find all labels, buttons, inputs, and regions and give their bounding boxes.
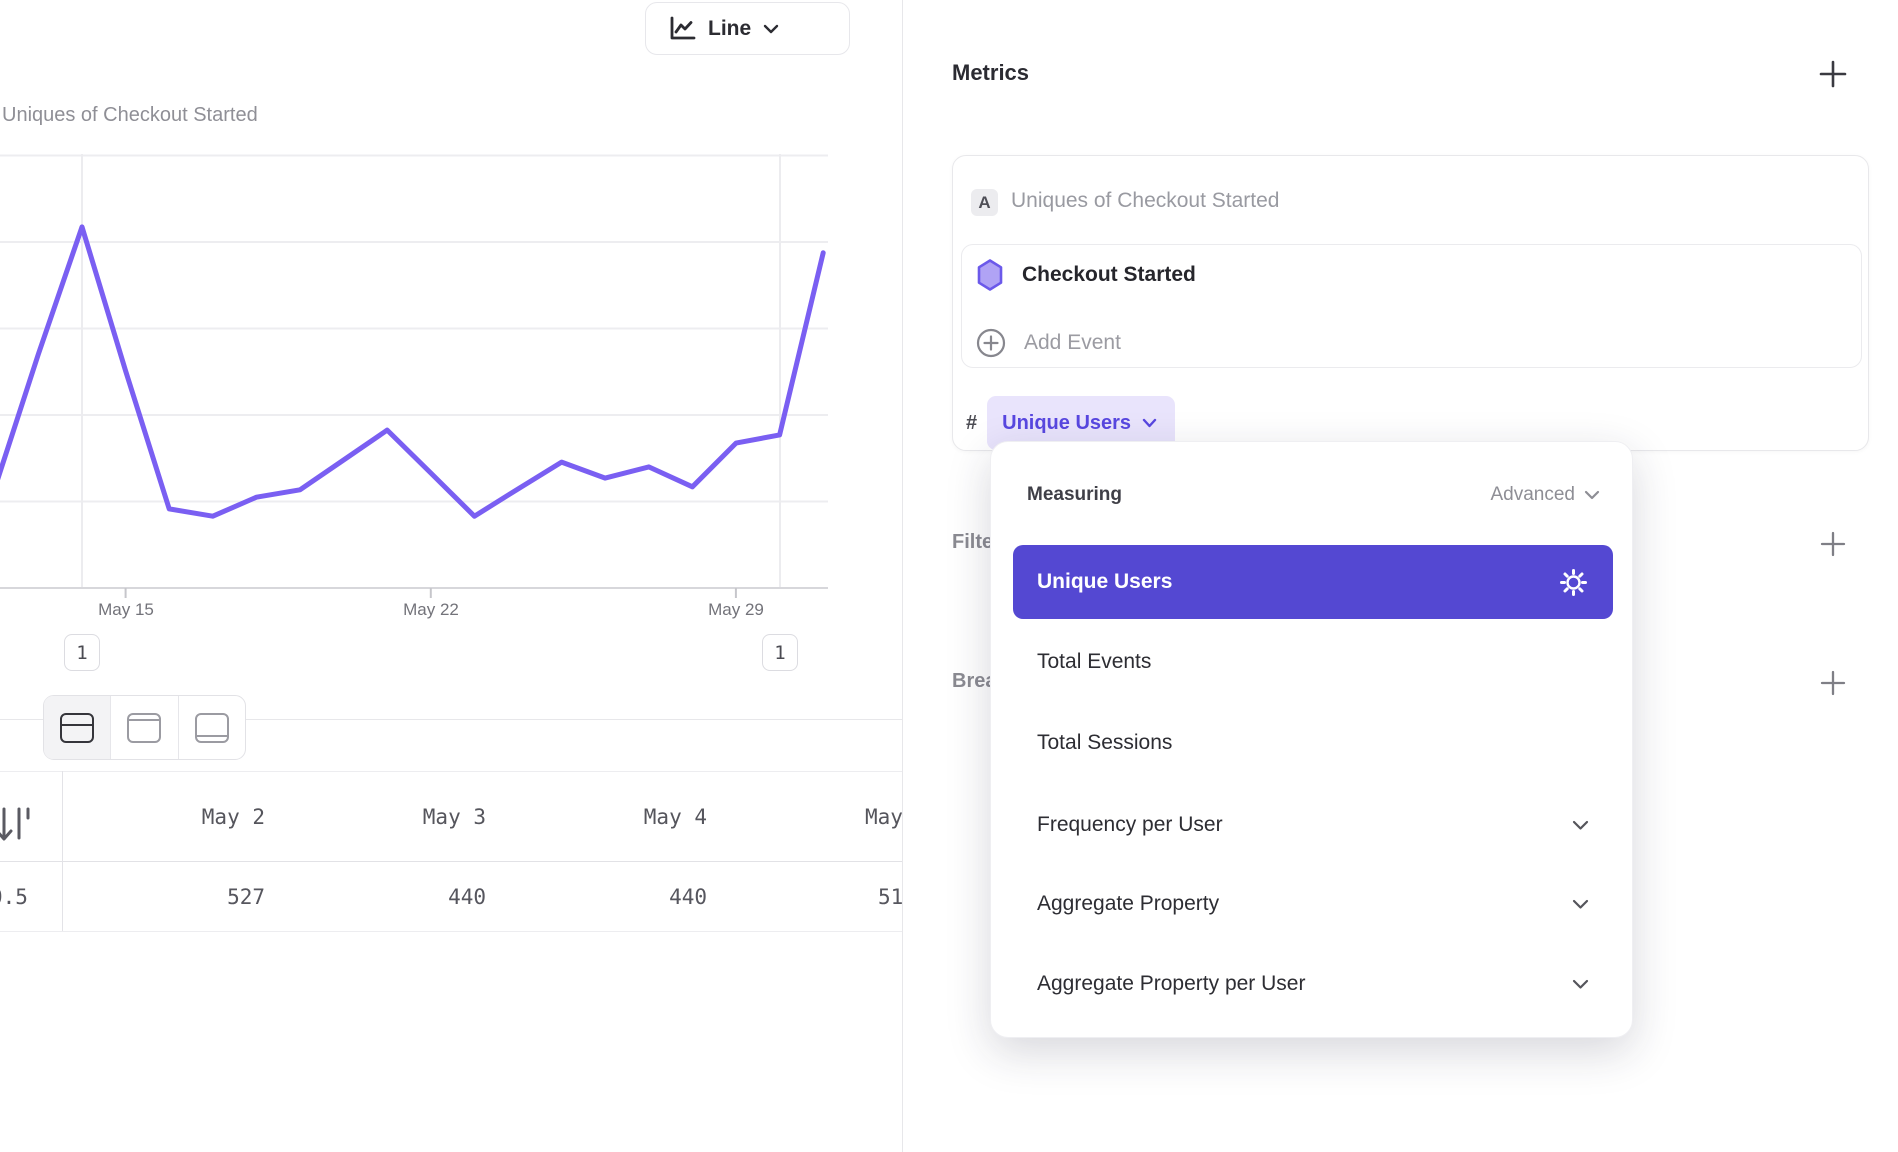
chevron-down-icon — [1142, 418, 1157, 428]
gear-icon[interactable] — [1558, 567, 1589, 598]
table-cell: 0.5 — [0, 885, 28, 909]
add-breakdown-button[interactable] — [1818, 668, 1848, 698]
add-filter-button[interactable] — [1818, 529, 1848, 559]
measuring-label: Measuring — [1027, 484, 1122, 506]
chart-title: Uniques of Checkout Started — [2, 104, 258, 127]
dropdown-item-label: Unique Users — [1037, 570, 1172, 594]
table-header[interactable]: May 3 — [283, 805, 504, 829]
x-axis-label: May 15 — [66, 600, 186, 620]
hexagon-event-icon — [976, 258, 1004, 292]
metric-card-title: Uniques of Checkout Started — [1011, 189, 1280, 213]
annotation-badge[interactable]: 1 — [64, 634, 100, 671]
dropdown-item-label: Aggregate Property per User — [1037, 972, 1305, 996]
view-toggle-table-only[interactable] — [178, 696, 245, 759]
event-list-card: Checkout Started Add Event — [961, 244, 1862, 368]
measurement-label: Unique Users — [1002, 412, 1131, 435]
view-toggle-split[interactable] — [44, 696, 110, 759]
circle-plus-icon — [976, 328, 1006, 358]
x-axis-label: May 22 — [371, 600, 491, 620]
sort-descending-icon[interactable] — [0, 802, 34, 848]
table-border — [0, 861, 902, 862]
metrics-panel: Metrics A Uniques of Checkout Started Ch… — [902, 0, 1898, 1152]
dropdown-item-total-sessions[interactable]: Total Sessions — [1013, 706, 1613, 780]
chart-pane: Line Uniques of Checkout Started May 15 … — [0, 0, 902, 1152]
dropdown-item-unique-users[interactable]: Unique Users — [1013, 545, 1613, 619]
table-header[interactable]: May — [865, 805, 902, 829]
dropdown-item-label: Total Events — [1037, 650, 1151, 674]
line-chart[interactable] — [0, 140, 902, 660]
chevron-down-icon — [1572, 820, 1589, 831]
dropdown-item-label: Frequency per User — [1037, 813, 1223, 837]
table-only-view-icon — [195, 713, 229, 743]
table-header[interactable]: May 2 — [62, 805, 283, 829]
chevron-down-icon — [1572, 899, 1589, 910]
add-event-row[interactable]: Add Event — [976, 328, 1121, 358]
x-axis-label: May 29 — [676, 600, 796, 620]
view-toggle — [43, 695, 246, 760]
line-chart-icon — [668, 15, 696, 42]
event-row[interactable]: Checkout Started — [976, 258, 1196, 292]
measurement-prefix: # — [966, 412, 977, 435]
add-event-label: Add Event — [1024, 331, 1121, 355]
table-cell: 440 — [283, 885, 504, 909]
metrics-panel-title: Metrics — [952, 60, 1029, 86]
chevron-down-icon — [1584, 490, 1600, 500]
series-line — [0, 227, 823, 516]
chevron-down-icon — [763, 24, 779, 34]
table-border — [0, 771, 902, 772]
event-name: Checkout Started — [1022, 263, 1196, 287]
dropdown-item-aggregate-property-per-user[interactable]: Aggregate Property per User — [1013, 947, 1613, 1021]
chart-type-button[interactable]: Line — [645, 2, 850, 55]
table-cell: 51 — [878, 885, 902, 909]
measuring-mode-label: Advanced — [1490, 484, 1575, 506]
dropdown-item-label: Total Sessions — [1037, 731, 1172, 755]
table-cell: 440 — [504, 885, 725, 909]
split-view-icon — [60, 713, 94, 743]
annotation-badge[interactable]: 1 — [762, 634, 798, 671]
table-border — [0, 931, 902, 932]
chart-type-label: Line — [708, 17, 751, 41]
view-toggle-chart-only[interactable] — [110, 696, 177, 759]
add-metric-button[interactable] — [1817, 58, 1849, 90]
measuring-mode-selector[interactable]: Advanced — [1490, 484, 1600, 506]
chevron-down-icon — [1572, 979, 1589, 990]
table-cell: 527 — [62, 885, 283, 909]
dropdown-item-frequency-per-user[interactable]: Frequency per User — [1013, 788, 1613, 862]
dropdown-item-aggregate-property[interactable]: Aggregate Property — [1013, 867, 1613, 941]
metric-row-badge[interactable]: A — [971, 189, 998, 216]
table-header[interactable]: May 4 — [504, 805, 725, 829]
measuring-dropdown: Measuring Advanced Unique Users — [990, 441, 1633, 1038]
dropdown-item-label: Aggregate Property — [1037, 892, 1219, 916]
dropdown-item-total-events[interactable]: Total Events — [1013, 625, 1613, 699]
chart-only-view-icon — [127, 713, 161, 743]
metric-card: A Uniques of Checkout Started Checkout S… — [952, 155, 1869, 451]
